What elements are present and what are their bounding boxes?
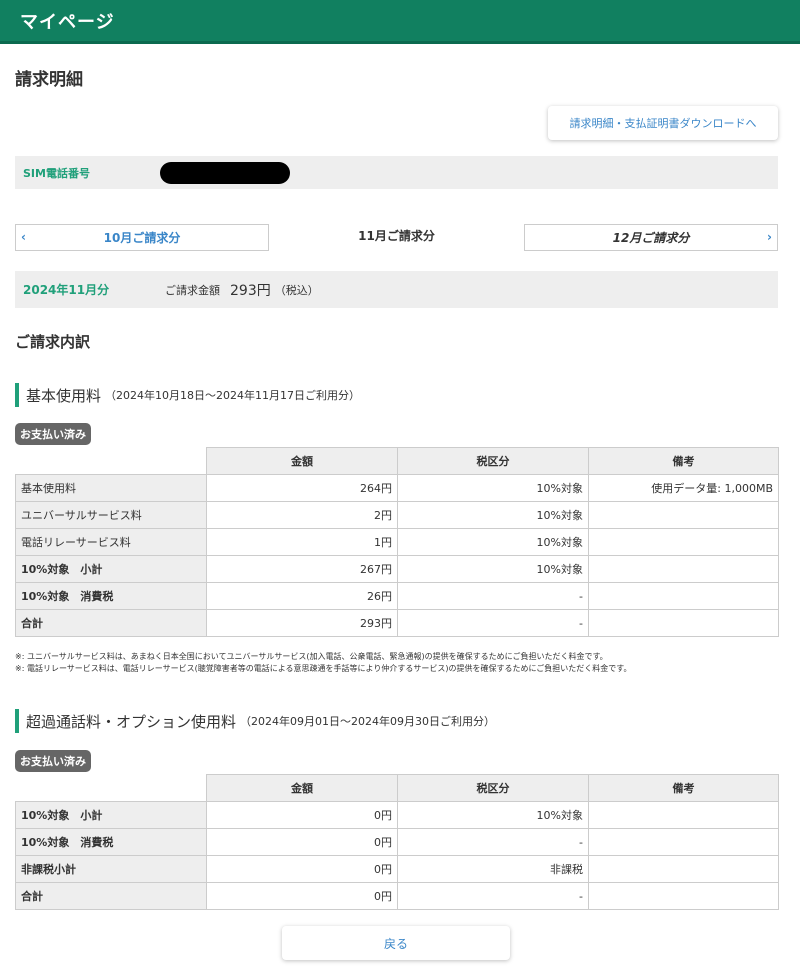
page-title: 請求明細 xyxy=(15,70,83,90)
billing-amount-label: ご請求金額 xyxy=(165,283,220,297)
row-label: 10%対象 小計 xyxy=(15,801,207,829)
billing-tax-note: （税込） xyxy=(274,283,319,297)
billing-amount: 293円 xyxy=(230,282,271,299)
table-row: 電話リレーサービス料 1円 10%対象 xyxy=(15,528,779,556)
table-header-amount: 金額 xyxy=(206,447,398,475)
row-label: 非課税小計 xyxy=(15,855,207,883)
row-amount: 2円 xyxy=(206,501,398,529)
table-row: 10%対象 小計 0円 10%対象 xyxy=(15,801,779,829)
row-note xyxy=(588,555,779,583)
row-amount: 0円 xyxy=(206,828,398,856)
row-amount: 0円 xyxy=(206,882,398,910)
prev-month-label: 10月ご請求分 xyxy=(103,231,181,245)
row-tax: - xyxy=(397,882,589,910)
chevron-right-icon: › xyxy=(767,230,772,244)
table-header-row: 金額 税区分 備考 xyxy=(15,447,779,475)
sim-number-redacted xyxy=(160,161,290,184)
download-statement-button[interactable]: 請求明細・支払証明書ダウンロードへ xyxy=(548,106,778,140)
basic-paid-badge: お支払い済み xyxy=(15,423,91,445)
table-row: 10%対象 小計 267円 10%対象 xyxy=(15,555,779,583)
row-label: 合計 xyxy=(15,882,207,910)
row-tax: 10%対象 xyxy=(397,501,589,529)
billing-summary-row: 2024年11月分 ご請求金額 293円 （税込） xyxy=(15,271,778,308)
row-note xyxy=(588,582,779,610)
row-label: 10%対象 消費税 xyxy=(15,582,207,610)
row-tax: 10%対象 xyxy=(397,555,589,583)
row-note xyxy=(588,609,779,637)
row-amount: 0円 xyxy=(206,801,398,829)
footnote-relay: ※: 電話リレーサービス料は、電話リレーサービス(聴覚障害者等の電話による意思疎… xyxy=(15,664,632,673)
table-row: 基本使用料 264円 10%対象 使用データ量: 1,000MB xyxy=(15,474,779,502)
month-navigation: ‹ 10月ご請求分 11月ご請求分 12月ご請求分 › xyxy=(15,224,778,251)
table-row: 10%対象 消費税 26円 - xyxy=(15,582,779,610)
table-row: 合計 0円 - xyxy=(15,882,779,910)
table-header-amount: 金額 xyxy=(206,774,398,802)
row-tax: 10%対象 xyxy=(397,474,589,502)
chevron-left-icon: ‹ xyxy=(21,230,26,244)
row-tax: 10%対象 xyxy=(397,528,589,556)
overage-paid-badge: お支払い済み xyxy=(15,750,91,772)
row-label: 基本使用料 xyxy=(15,474,207,502)
row-note xyxy=(588,528,779,556)
table-header-row: 金額 税区分 備考 xyxy=(15,774,779,802)
row-label: 10%対象 消費税 xyxy=(15,828,207,856)
row-note xyxy=(588,855,779,883)
next-month-label: 12月ご請求分 xyxy=(612,231,690,245)
row-tax: 非課税 xyxy=(397,855,589,883)
prev-month-button[interactable]: ‹ 10月ご請求分 xyxy=(15,224,269,251)
billing-month: 2024年11月分 xyxy=(23,283,110,297)
row-amount: 0円 xyxy=(206,855,398,883)
footnotes: ※: ユニバーサルサービス料は、あまねく日本全国においてユニバーサルサービス(加… xyxy=(15,651,632,675)
row-label: 電話リレーサービス料 xyxy=(15,528,207,556)
basic-fee-period: （2024年10月18日〜2024年11月17日ご利用分） xyxy=(105,389,360,402)
table-header-blank xyxy=(15,447,207,475)
row-note xyxy=(588,828,779,856)
row-tax: - xyxy=(397,609,589,637)
current-month-label: 11月ご請求分 xyxy=(358,229,435,243)
sim-number-row: SIM電話番号 xyxy=(15,156,778,189)
table-row: 合計 293円 - xyxy=(15,609,779,637)
sim-number-label: SIM電話番号 xyxy=(23,166,90,180)
table-header-tax: 税区分 xyxy=(397,774,589,802)
row-amount: 1円 xyxy=(206,528,398,556)
row-label: ユニバーサルサービス料 xyxy=(15,501,207,529)
row-amount: 264円 xyxy=(206,474,398,502)
basic-fee-title: 基本使用料 xyxy=(26,386,102,405)
basic-fee-table: 金額 税区分 備考 基本使用料 264円 10%対象 使用データ量: 1,000… xyxy=(15,447,779,637)
row-amount: 267円 xyxy=(206,555,398,583)
overage-fee-title: 超過通話料・オプション使用料 xyxy=(26,712,237,731)
footnote-universal: ※: ユニバーサルサービス料は、あまねく日本全国においてユニバーサルサービス(加… xyxy=(15,652,608,661)
row-tax: - xyxy=(397,828,589,856)
overage-fee-period: （2024年09月01日〜2024年09月30日ご利用分） xyxy=(240,715,495,728)
row-note xyxy=(588,801,779,829)
back-button[interactable]: 戻る xyxy=(282,926,510,960)
row-label: 10%対象 小計 xyxy=(15,555,207,583)
table-header-note: 備考 xyxy=(588,447,779,475)
row-note: 使用データ量: 1,000MB xyxy=(588,474,779,502)
table-header-blank xyxy=(15,774,207,802)
next-month-button[interactable]: 12月ご請求分 › xyxy=(524,224,778,251)
basic-fee-heading: 基本使用料 （2024年10月18日〜2024年11月17日ご利用分） xyxy=(15,383,360,407)
overage-fee-table: 金額 税区分 備考 10%対象 小計 0円 10%対象 10%対象 消費税 0円… xyxy=(15,774,779,910)
row-note xyxy=(588,882,779,910)
breakdown-title: ご請求内訳 xyxy=(15,333,91,351)
header-title: マイページ xyxy=(20,11,115,33)
table-row: ユニバーサルサービス料 2円 10%対象 xyxy=(15,501,779,529)
row-tax: 10%対象 xyxy=(397,801,589,829)
table-row: 10%対象 消費税 0円 - xyxy=(15,828,779,856)
row-note xyxy=(588,501,779,529)
table-row: 非課税小計 0円 非課税 xyxy=(15,855,779,883)
overage-fee-heading: 超過通話料・オプション使用料 （2024年09月01日〜2024年09月30日ご… xyxy=(15,709,495,733)
table-header-tax: 税区分 xyxy=(397,447,589,475)
app-header: マイページ xyxy=(0,0,800,44)
row-tax: - xyxy=(397,582,589,610)
row-label: 合計 xyxy=(15,609,207,637)
row-amount: 293円 xyxy=(206,609,398,637)
row-amount: 26円 xyxy=(206,582,398,610)
table-header-note: 備考 xyxy=(588,774,779,802)
